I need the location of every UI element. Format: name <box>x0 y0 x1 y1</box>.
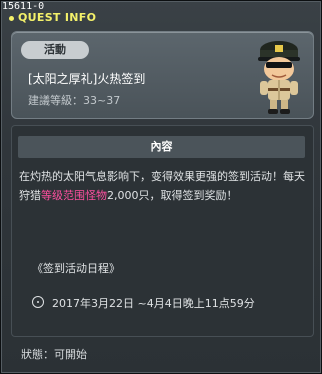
content-section-title: 內容 <box>18 136 305 158</box>
quest-status: 狀態：可開始 <box>21 348 87 361</box>
military-officer-npc-icon <box>258 41 300 114</box>
highlighted-monster-range: 等级范围怪物 <box>41 189 107 202</box>
title-dot-icon <box>9 15 14 21</box>
quest-name: [太阳之厚礼]火热签到 <box>28 72 146 86</box>
clock-icon <box>32 296 44 308</box>
category-badge: 活動 <box>21 41 89 59</box>
window-title: QUEST INFO <box>9 11 96 25</box>
description-text-end: 2,000只，取得签到奖励！ <box>107 189 238 202</box>
event-date-range: 2017年3月22日 ~4月4日晚上11点59分 <box>32 295 255 311</box>
recommended-level: 建議等級：33~37 <box>28 94 121 107</box>
quest-header-panel: 活動 [太阳之厚礼]火热签到 建議等級：33~37 <box>11 31 314 119</box>
window-title-text: QUEST INFO <box>18 11 97 24</box>
schedule-title: 《签到活动日程》 <box>32 262 120 275</box>
quest-info-window: 15611-0 QUEST INFO 活動 [太阳之厚礼]火热签到 建議等級：3… <box>0 0 322 374</box>
quest-description: 在灼热的太阳气息影响下，变得效果更强的签到活动！每天狩猎等级范围怪物2,000只… <box>19 167 305 205</box>
date-range-text: 2017年3月22日 ~4月4日晚上11点59分 <box>52 297 255 310</box>
